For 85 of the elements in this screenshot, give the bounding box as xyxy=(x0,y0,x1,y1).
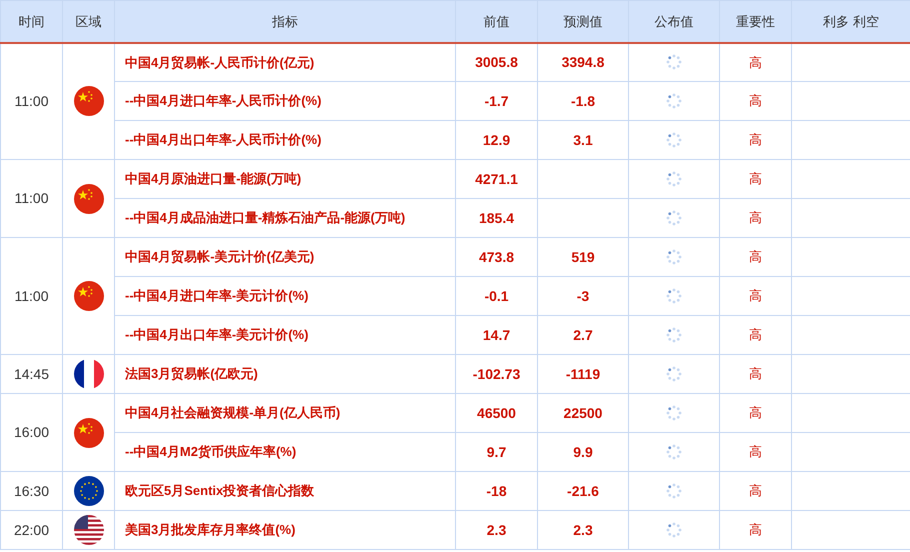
importance-level: 高 xyxy=(749,366,762,382)
previous-value: -0.1 xyxy=(484,288,509,304)
time-cell: 11:00 xyxy=(14,288,48,304)
forecast-value: -21.6 xyxy=(567,482,599,498)
loading-spinner-icon xyxy=(666,483,682,499)
eu-flag-icon xyxy=(74,476,104,506)
column-header: 利多 利空 xyxy=(823,14,879,28)
indicator-cell: 欧元区5月Sentix投资者信心指数 xyxy=(125,483,314,498)
previous-value: 3005.8 xyxy=(475,54,518,70)
indicator-cell: 中国4月贸易帐-人民币计价(亿元) xyxy=(125,54,314,70)
importance-level: 高 xyxy=(749,171,762,186)
previous-value: -18 xyxy=(486,482,507,498)
indicator-cell: 法国3月贸易帐(亿欧元) xyxy=(125,366,258,382)
indicator-cell: --中国4月M2货币供应年率(%) xyxy=(125,444,296,460)
china-flag-icon xyxy=(74,184,104,214)
china-flag-icon xyxy=(74,281,104,311)
loading-spinner-icon xyxy=(666,444,682,460)
loading-spinner-icon xyxy=(666,327,682,343)
column-header: 预测值 xyxy=(564,14,602,28)
indicator-cell: --中国4月进口年率-人民币计价(%) xyxy=(125,93,322,108)
column-header: 前值 xyxy=(484,14,510,28)
importance-level: 高 xyxy=(749,288,762,304)
loading-spinner-icon xyxy=(666,54,682,70)
loading-spinner-icon xyxy=(666,132,682,148)
previous-value: 46500 xyxy=(477,404,516,420)
column-header: 重要性 xyxy=(736,14,775,28)
time-cell: 11:00 xyxy=(14,92,48,109)
loading-spinner-icon xyxy=(666,93,682,109)
forecast-value: 519 xyxy=(571,248,595,264)
forecast-value: 9.9 xyxy=(573,444,593,460)
loading-spinner-icon xyxy=(666,249,682,265)
forecast-value: 3394.8 xyxy=(562,54,604,70)
forecast-value: 22500 xyxy=(564,404,602,420)
forecast-value: 2.3 xyxy=(573,522,593,538)
indicator-cell: 中国4月社会融资规模-单月(亿人民币) xyxy=(125,405,340,420)
loading-spinner-icon xyxy=(666,210,682,226)
importance-level: 高 xyxy=(749,444,762,460)
time-cell: 11:00 xyxy=(14,190,48,206)
importance-level: 高 xyxy=(749,93,762,108)
china-flag-icon xyxy=(74,418,104,448)
time-cell: 14:45 xyxy=(14,366,50,382)
column-header: 区域 xyxy=(76,14,102,28)
indicator-cell: 中国4月原油进口量-能源(万吨) xyxy=(125,171,302,186)
loading-spinner-icon xyxy=(666,522,682,538)
importance-level: 高 xyxy=(749,327,762,342)
forecast-value: -3 xyxy=(576,288,590,304)
indicator-cell: --中国4月成品油进口量-精炼石油产品-能源(万吨) xyxy=(125,210,406,226)
indicator-cell: --中国4月出口年率-美元计价(%) xyxy=(125,327,308,342)
previous-value: 4271.1 xyxy=(475,170,518,186)
importance-level: 高 xyxy=(749,132,762,148)
column-header: 时间 xyxy=(18,14,44,28)
forecast-value: -1119 xyxy=(566,366,600,382)
usa-flag-icon xyxy=(74,515,104,545)
france-flag-icon xyxy=(74,359,104,389)
previous-value: 2.3 xyxy=(486,522,506,538)
importance-level: 高 xyxy=(749,210,762,226)
china-flag-icon xyxy=(74,86,104,116)
previous-value: 14.7 xyxy=(482,326,510,342)
indicator-cell: 美国3月批发库存月率终值(%) xyxy=(125,522,296,538)
loading-spinner-icon xyxy=(666,405,682,421)
importance-level: 高 xyxy=(749,483,762,498)
time-cell: 22:00 xyxy=(14,522,50,538)
time-cell: 16:00 xyxy=(14,424,50,440)
previous-value: -102.73 xyxy=(472,366,520,382)
indicator-cell: --中国4月进口年率-美元计价(%) xyxy=(125,288,308,304)
loading-spinner-icon xyxy=(666,288,682,304)
indicator-cell: --中国4月出口年率-人民币计价(%) xyxy=(125,132,322,148)
importance-level: 高 xyxy=(749,522,762,538)
forecast-value: -1.8 xyxy=(570,92,596,108)
importance-level: 高 xyxy=(749,405,762,420)
column-header: 指标 xyxy=(272,14,298,28)
indicator-cell: 中国4月贸易帐-美元计价(亿美元) xyxy=(125,249,314,264)
time-cell: 16:30 xyxy=(14,482,50,498)
loading-spinner-icon xyxy=(666,366,682,382)
previous-value: -1.7 xyxy=(484,92,509,108)
previous-value: 9.7 xyxy=(486,444,506,460)
previous-value: 12.9 xyxy=(482,132,510,148)
forecast-value: 2.7 xyxy=(573,326,593,342)
loading-spinner-icon xyxy=(666,171,682,187)
importance-level: 高 xyxy=(749,54,762,70)
previous-value: 473.8 xyxy=(478,248,514,264)
column-header: 公布值 xyxy=(654,14,694,28)
importance-level: 高 xyxy=(749,249,762,264)
previous-value: 185.4 xyxy=(478,210,514,226)
forecast-value: 3.1 xyxy=(573,132,593,148)
